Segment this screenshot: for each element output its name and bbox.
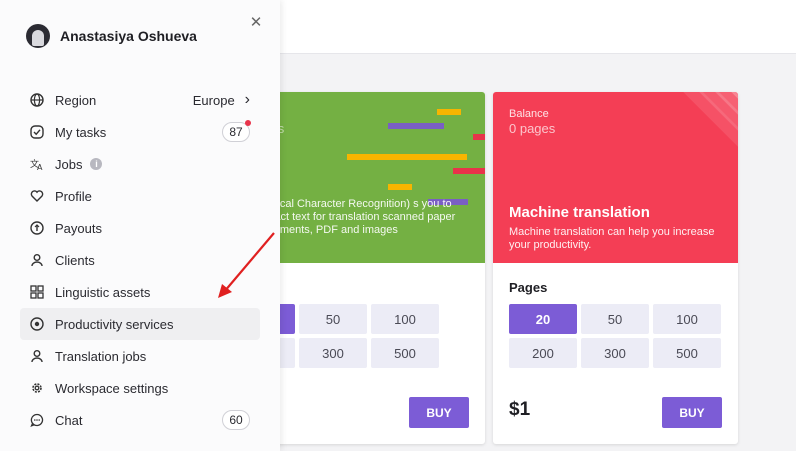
check-circle-icon [30, 125, 44, 139]
sidebar-item-workspace-settings[interactable]: Workspace settings [20, 372, 260, 404]
chat-count: 60 [222, 404, 250, 436]
heart-icon [30, 189, 44, 203]
mt-pages-options: 20 50 100 200 300 500 [509, 304, 721, 368]
mt-option-500[interactable]: 500 [653, 338, 721, 368]
decor-bar [347, 154, 407, 160]
decor-bar [388, 123, 444, 129]
ocr-option-100[interactable]: 100 [371, 304, 439, 334]
decor-bar [407, 154, 467, 160]
sidebar-item-label: Region [55, 92, 97, 108]
sidebar-item-label: Translation jobs [55, 348, 147, 364]
globe-icon [30, 93, 44, 107]
sidebar-item-label: Chat [55, 412, 83, 428]
close-icon[interactable]: ✕ [248, 14, 264, 31]
decor-bar [453, 168, 485, 174]
mt-title: Machine translation [509, 204, 650, 221]
svg-text:A: A [37, 163, 43, 171]
sidebar-item-label: Payouts [55, 220, 102, 236]
mt-banner: Balance 0 pages Machine translation Mach… [493, 92, 738, 263]
mt-pages-label: Pages [509, 280, 548, 295]
region-name: Europe [192, 92, 235, 108]
sidebar-item-label: Workspace settings [55, 380, 169, 396]
mt-option-20[interactable]: 20 [509, 304, 577, 334]
mt-buy-button[interactable]: BUY [662, 397, 722, 428]
sidebar-item-label: My tasks [55, 124, 107, 140]
sidebar-item-label: Productivity services [55, 316, 174, 332]
translate-icon: 文A [30, 157, 44, 171]
sidebar-item-profile[interactable]: Profile [20, 180, 260, 212]
user-name: Anastasiya Oshueva [60, 28, 197, 44]
sidebar-item-translation-jobs[interactable]: Translation jobs [20, 340, 260, 372]
person-icon [30, 253, 44, 267]
sidebar-item-label: Linguistic assets [55, 284, 151, 300]
decor-bar [437, 109, 461, 115]
tasks-badge: 87 [222, 120, 251, 142]
chevron-right-icon: › [244, 91, 250, 108]
mt-description: Machine translation can help you increas… [509, 226, 715, 251]
mt-balance-label: Balance [509, 108, 549, 120]
mt-option-300[interactable]: 300 [581, 338, 649, 368]
mt-price: $1 [509, 399, 531, 420]
ocr-option-300[interactable]: 300 [299, 338, 367, 368]
ocr-option-500[interactable]: 500 [371, 338, 439, 368]
tasks-badge-count: 87 [229, 125, 243, 139]
ocr-buy-button[interactable]: BUY [409, 397, 469, 428]
decor-bar [388, 184, 412, 190]
sidebar-item-label: Profile [55, 188, 92, 204]
sidebar-item-productivity-services[interactable]: Productivity services [20, 308, 260, 340]
payout-icon [30, 221, 44, 235]
sidebar-item-chat[interactable]: Chat 60 [20, 404, 260, 436]
target-icon [30, 317, 44, 331]
person-icon [30, 349, 44, 363]
machine-translation-card: Balance 0 pages Machine translation Mach… [493, 92, 738, 444]
mt-option-50[interactable]: 50 [581, 304, 649, 334]
mt-option-100[interactable]: 100 [653, 304, 721, 334]
chat-badge: 60 [222, 410, 250, 430]
gear-icon [30, 381, 44, 395]
ocr-option-50[interactable]: 50 [299, 304, 367, 334]
sidebar-item-jobs[interactable]: 文A Jobs i [20, 148, 260, 180]
sidebar-item-label: Jobs [55, 156, 83, 172]
decor-bar [473, 134, 485, 140]
user-profile[interactable]: Anastasiya Oshueva [26, 24, 197, 48]
avatar [26, 24, 50, 48]
sidebar-item-label: Clients [55, 252, 95, 268]
chat-icon [30, 413, 44, 427]
mt-balance-value: 0 pages [509, 121, 556, 136]
region-value: Europe › [193, 84, 250, 116]
mt-option-200[interactable]: 200 [509, 338, 577, 368]
tasks-count: 87 [222, 116, 251, 148]
info-icon[interactable]: i [90, 158, 103, 170]
annotation-arrow [218, 232, 275, 298]
sidebar-item-region[interactable]: Region Europe › [20, 84, 260, 116]
grid-icon [30, 285, 44, 299]
sidebar-menu: Anastasiya Oshueva ✕ Region Europe › My … [0, 0, 280, 451]
notification-dot [245, 120, 251, 126]
ocr-description: (Optical Character Recognition) s you to… [256, 198, 456, 236]
sidebar-item-my-tasks[interactable]: My tasks 87 [20, 116, 260, 148]
